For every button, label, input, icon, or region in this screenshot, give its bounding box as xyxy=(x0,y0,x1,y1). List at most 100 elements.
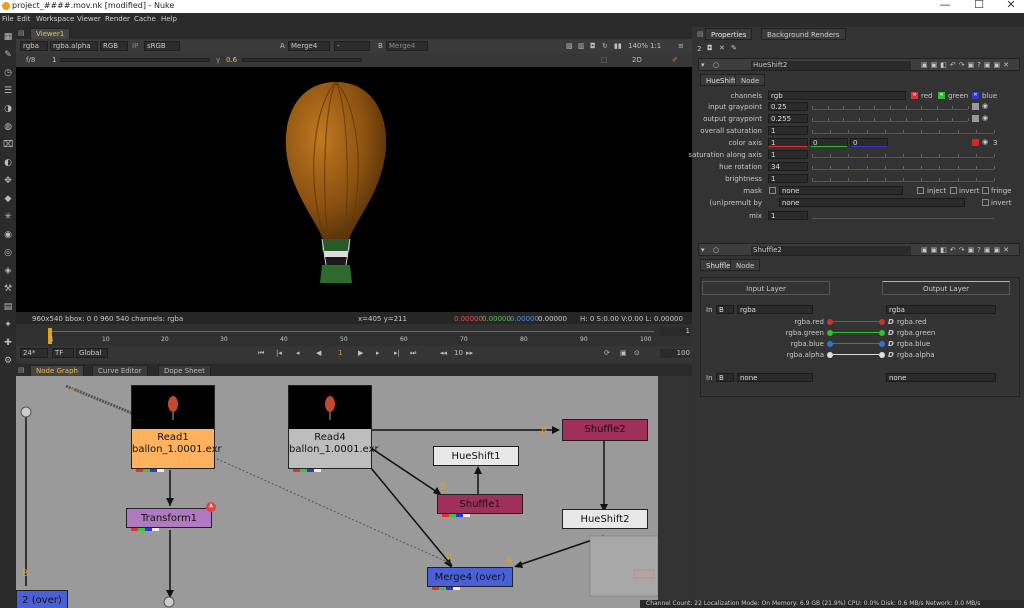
composite-op-dropdown[interactable]: - xyxy=(334,41,370,51)
lock-panel-icon[interactable]: ◘ xyxy=(707,44,713,52)
node-transform1[interactable]: Transform1 xyxy=(126,508,212,531)
proxy-value[interactable]: 1:1 xyxy=(650,41,661,51)
out2-layer-dropdown[interactable]: none xyxy=(886,373,996,382)
flipbook-icon[interactable]: ▣ xyxy=(620,348,627,358)
shuffle-dst-port[interactable] xyxy=(879,352,885,358)
tab-properties[interactable]: Properties xyxy=(705,28,753,40)
prev-frame-icon[interactable]: ◂ xyxy=(296,348,300,358)
mix-field[interactable]: 1 xyxy=(768,211,808,220)
node-name-field[interactable]: HueShift2 xyxy=(751,61,911,70)
gamma-toggle-icon[interactable]: γ xyxy=(216,55,220,65)
shuffle-dst-port[interactable] xyxy=(879,341,885,347)
out1-layer-dropdown[interactable]: rgba xyxy=(886,305,996,314)
blue-checkbox[interactable]: ✕ xyxy=(972,92,979,99)
overscan-icon[interactable]: ⬚ xyxy=(601,55,608,65)
maximize-button[interactable]: ☐ xyxy=(964,0,994,11)
input-a-dropdown[interactable]: Merge4 xyxy=(288,41,330,51)
node-hueshift2[interactable]: HueShift2 xyxy=(562,509,648,529)
particles-icon[interactable]: ✳ xyxy=(2,211,14,223)
invert-checkbox[interactable] xyxy=(950,187,957,194)
shuffle-dst-port[interactable] xyxy=(879,330,885,336)
fringe-checkbox[interactable] xyxy=(982,187,989,194)
fstop-value[interactable]: f/8 xyxy=(26,55,35,65)
furnace-icon[interactable]: ✦ xyxy=(2,319,14,331)
color-swatch[interactable] xyxy=(972,103,979,110)
lock-icon[interactable]: ◘ xyxy=(590,41,596,51)
start-frame-field[interactable]: 1 xyxy=(660,327,690,336)
premult-invert-checkbox[interactable] xyxy=(982,199,989,206)
ip-button[interactable]: IP xyxy=(132,41,138,51)
filter-icon[interactable]: ◍ xyxy=(2,121,14,133)
keyer-icon[interactable]: ⌧ xyxy=(2,139,14,151)
panel-buttons[interactable]: ▣▣◧↶↷▣?▣▣✕ xyxy=(921,246,1012,254)
knob-value-field[interactable]: 1 xyxy=(768,150,808,159)
input-b-dropdown[interactable]: Merge4 xyxy=(386,41,428,51)
step-forward-icon[interactable]: ▸▸ xyxy=(466,348,473,358)
merge-icon[interactable]: ◐ xyxy=(2,157,14,169)
green-checkbox[interactable]: ✕ xyxy=(938,92,945,99)
deep-icon[interactable]: ◉ xyxy=(2,229,14,241)
tab-node-hs[interactable]: Node xyxy=(735,74,766,86)
transform-icon[interactable]: ✥ xyxy=(2,175,14,187)
channels-dropdown[interactable]: rgb xyxy=(768,91,906,100)
collapse-icon[interactable]: ▾ xyxy=(701,246,705,254)
knob-value-field[interactable]: 0.25 xyxy=(768,102,808,111)
tab-background-renders[interactable]: Background Renders xyxy=(761,28,846,40)
red-checkbox[interactable]: ✕ xyxy=(911,92,918,99)
paintbrush-icon[interactable]: ✐ xyxy=(672,55,678,65)
loop-icon[interactable]: ⟳ xyxy=(604,348,610,358)
roi-icon[interactable]: ▨ xyxy=(566,41,573,51)
gamma-value[interactable]: 0.6 xyxy=(226,55,237,65)
mask-dropdown[interactable]: none xyxy=(779,186,903,195)
clipping-icon[interactable]: ▥ xyxy=(578,41,585,51)
node-graph-canvas[interactable]: 2 Read1 ballon_1.0001.exr Read4 ballon_1… xyxy=(16,376,658,608)
views-icon[interactable]: ◎ xyxy=(2,247,14,259)
gain-frame-field[interactable]: 1 xyxy=(52,55,56,65)
pause-icon[interactable]: ▮▮ xyxy=(614,41,622,51)
cara-icon[interactable]: ✚ xyxy=(2,337,14,349)
color-wheel-icon[interactable]: ◉ xyxy=(982,138,988,146)
knob-value-field[interactable]: 1 xyxy=(768,174,808,183)
close-button[interactable]: ✕ xyxy=(996,0,1024,11)
in1-b-dropdown[interactable]: B xyxy=(716,305,734,314)
knob-value-field[interactable]: 1 xyxy=(768,126,808,135)
shuffle-dst-port[interactable] xyxy=(879,319,885,325)
menu-viewer[interactable]: Viewer xyxy=(77,15,101,23)
shuffle-src-port[interactable] xyxy=(827,319,833,325)
shuffle-src-port[interactable] xyxy=(827,352,833,358)
timecode-dropdown[interactable]: TF xyxy=(52,348,74,358)
viewer-canvas[interactable] xyxy=(16,67,692,312)
panel-buttons[interactable]: ▣▣◧↶↷▣?▣▣✕ xyxy=(921,61,1012,69)
refresh-icon[interactable]: ↻ xyxy=(602,41,608,51)
color-wheel-icon[interactable]: ◉ xyxy=(982,102,988,110)
node-color-icon[interactable]: ○ xyxy=(713,61,719,69)
tab-node-graph[interactable]: Node Graph xyxy=(30,365,84,376)
colorspace-dropdown[interactable]: sRGB xyxy=(144,41,180,51)
menu-file[interactable]: File xyxy=(2,15,14,23)
shuffle-connection[interactable] xyxy=(833,332,879,333)
prev-key-icon[interactable]: |◂ xyxy=(276,348,282,358)
3d-icon[interactable]: ◆ xyxy=(2,193,14,205)
image-icon[interactable]: ▦ xyxy=(2,31,14,43)
capture-icon[interactable]: ⊙ xyxy=(634,348,640,358)
toolsets-icon[interactable]: ⚒ xyxy=(2,283,14,295)
inject-checkbox[interactable] xyxy=(917,187,924,194)
knob-slider[interactable] xyxy=(812,125,995,134)
knob-slider[interactable] xyxy=(812,113,969,122)
premult-dropdown[interactable]: none xyxy=(779,198,965,207)
node-merge4[interactable]: Merge4 (over) xyxy=(427,567,513,590)
color-wheel-icon[interactable]: ◉ xyxy=(982,114,988,122)
goto-end-icon[interactable]: ⏭ xyxy=(410,348,416,358)
play-backward-icon[interactable]: ◀ xyxy=(316,348,321,358)
color-swatch[interactable] xyxy=(972,139,979,146)
zoom-value[interactable]: 140% xyxy=(628,41,648,51)
timeline-bar[interactable]: 1 10 20 30 40 50 60 70 80 90 100 1 xyxy=(16,324,692,346)
menu-workspace[interactable]: Workspace xyxy=(36,15,74,23)
pane-menu-icon-2[interactable]: ▤ xyxy=(18,366,25,374)
draw-icon[interactable]: ✎ xyxy=(2,49,14,61)
clear-panels-icon[interactable]: ✕ xyxy=(719,44,725,52)
knob-slider[interactable] xyxy=(812,173,995,182)
node-read1[interactable]: Read1 ballon_1.0001.exr xyxy=(131,385,222,472)
menu-help[interactable]: Help xyxy=(161,15,177,23)
metadata-icon[interactable]: ◈ xyxy=(2,265,14,277)
